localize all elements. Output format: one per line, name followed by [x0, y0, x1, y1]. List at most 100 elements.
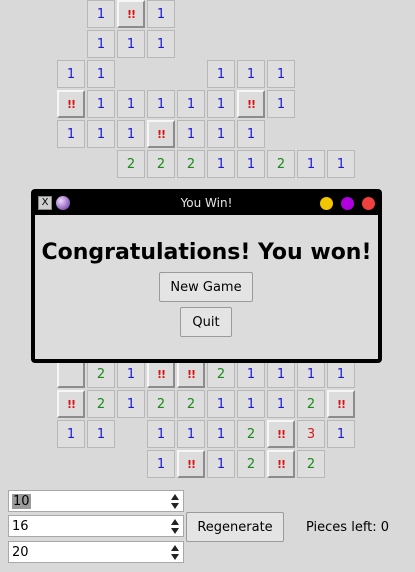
- spin-up-icon[interactable]: [171, 494, 179, 500]
- number-cell[interactable]: 1: [207, 90, 235, 118]
- number-cell[interactable]: 2: [237, 450, 265, 478]
- flag-icon: !!: [66, 97, 76, 111]
- number-cell[interactable]: 1: [327, 360, 355, 388]
- flag-cell[interactable]: !!: [267, 450, 295, 478]
- win-dialog: X You Win! Congratulations! You won! New…: [31, 189, 382, 363]
- number-cell[interactable]: 1: [117, 360, 145, 388]
- number-cell[interactable]: 1: [87, 420, 115, 448]
- number-cell[interactable]: 1: [207, 150, 235, 178]
- number-cell[interactable]: 1: [147, 420, 175, 448]
- minimize-button[interactable]: [320, 197, 333, 210]
- number-cell[interactable]: 1: [327, 150, 355, 178]
- number-cell[interactable]: 2: [177, 390, 205, 418]
- number-cell[interactable]: 1: [87, 90, 115, 118]
- number-cell[interactable]: 1: [177, 420, 205, 448]
- number-cell[interactable]: 2: [147, 150, 175, 178]
- number-cell[interactable]: 1: [147, 0, 175, 28]
- flag-cell[interactable]: !!: [117, 0, 145, 28]
- flag-cell[interactable]: !!: [177, 450, 205, 478]
- number-cell[interactable]: 1: [207, 60, 235, 88]
- dialog-titlebar: X You Win!: [34, 192, 379, 214]
- number-cell[interactable]: 1: [147, 30, 175, 58]
- flag-cell[interactable]: !!: [147, 360, 175, 388]
- number-cell[interactable]: 1: [177, 120, 205, 148]
- spin-down-icon[interactable]: [171, 554, 179, 560]
- spinbox-1-value[interactable]: 10: [12, 494, 31, 509]
- close-button[interactable]: [362, 197, 375, 210]
- spinbox-2-value[interactable]: 16: [12, 519, 29, 534]
- number-cell[interactable]: 2: [177, 150, 205, 178]
- number-cell[interactable]: 1: [87, 0, 115, 28]
- number-cell[interactable]: 1: [57, 120, 85, 148]
- number-cell[interactable]: 1: [267, 90, 295, 118]
- spinbox-2-arrows[interactable]: [171, 517, 181, 535]
- flag-icon: !!: [186, 457, 196, 471]
- flag-cell[interactable]: !!: [177, 360, 205, 388]
- flag-cell[interactable]: !!: [267, 420, 295, 448]
- flag-cell[interactable]: !!: [147, 120, 175, 148]
- number-cell[interactable]: 2: [87, 390, 115, 418]
- number-cell[interactable]: 1: [87, 30, 115, 58]
- spinbox-1[interactable]: 10: [8, 490, 184, 512]
- number-cell[interactable]: 1: [117, 90, 145, 118]
- number-cell[interactable]: 1: [147, 450, 175, 478]
- spin-up-icon[interactable]: [171, 545, 179, 551]
- number-cell[interactable]: 1: [297, 360, 325, 388]
- spin-up-icon[interactable]: [171, 519, 179, 525]
- number-cell[interactable]: 1: [117, 120, 145, 148]
- number-cell[interactable]: 2: [87, 360, 115, 388]
- number-cell[interactable]: 1: [207, 420, 235, 448]
- flag-icon: !!: [276, 427, 286, 441]
- number-cell[interactable]: 1: [117, 30, 145, 58]
- hidden-cell[interactable]: [57, 360, 85, 388]
- number-cell[interactable]: 3: [297, 420, 325, 448]
- number-cell[interactable]: 2: [267, 150, 295, 178]
- spin-down-icon[interactable]: [171, 503, 179, 509]
- win-message: Congratulations! You won!: [41, 240, 372, 265]
- number-cell[interactable]: 1: [327, 420, 355, 448]
- number-cell[interactable]: 1: [237, 390, 265, 418]
- number-cell[interactable]: 1: [267, 360, 295, 388]
- number-cell[interactable]: 2: [117, 150, 145, 178]
- flag-cell[interactable]: !!: [57, 90, 85, 118]
- number-cell[interactable]: 1: [207, 120, 235, 148]
- number-cell[interactable]: 2: [297, 450, 325, 478]
- flag-icon: !!: [66, 397, 76, 411]
- number-cell[interactable]: 1: [237, 150, 265, 178]
- number-cell[interactable]: 1: [87, 60, 115, 88]
- number-cell[interactable]: 2: [237, 420, 265, 448]
- quit-button[interactable]: Quit: [180, 307, 232, 337]
- number-cell[interactable]: 1: [207, 390, 235, 418]
- number-cell[interactable]: 1: [267, 390, 295, 418]
- number-cell[interactable]: 1: [177, 90, 205, 118]
- number-cell[interactable]: 2: [297, 390, 325, 418]
- spinbox-3-value[interactable]: 20: [12, 545, 29, 560]
- flag-cell[interactable]: !!: [57, 390, 85, 418]
- maximize-button[interactable]: [341, 197, 354, 210]
- spinbox-2[interactable]: 16: [8, 515, 184, 537]
- number-cell[interactable]: 1: [87, 120, 115, 148]
- spinbox-3[interactable]: 20: [8, 541, 184, 563]
- number-cell[interactable]: 1: [297, 150, 325, 178]
- spin-down-icon[interactable]: [171, 528, 179, 534]
- regenerate-button[interactable]: Regenerate: [186, 512, 284, 542]
- number-cell[interactable]: 1: [237, 360, 265, 388]
- number-cell[interactable]: 1: [147, 90, 175, 118]
- flag-cell[interactable]: !!: [237, 90, 265, 118]
- flag-icon: !!: [156, 127, 166, 141]
- number-cell[interactable]: 1: [57, 420, 85, 448]
- number-cell[interactable]: 1: [57, 60, 85, 88]
- number-cell[interactable]: 1: [237, 120, 265, 148]
- spinbox-1-arrows[interactable]: [171, 492, 181, 510]
- number-cell[interactable]: 2: [147, 390, 175, 418]
- new-game-button[interactable]: New Game: [159, 272, 253, 302]
- dialog-content: Congratulations! You won! New Game Quit: [35, 215, 378, 359]
- number-cell[interactable]: 1: [237, 60, 265, 88]
- number-cell[interactable]: 1: [267, 60, 295, 88]
- spinbox-3-arrows[interactable]: [171, 543, 181, 561]
- flag-cell[interactable]: !!: [327, 390, 355, 418]
- number-cell[interactable]: 1: [117, 390, 145, 418]
- number-cell[interactable]: 1: [207, 450, 235, 478]
- number-cell[interactable]: 2: [207, 360, 235, 388]
- flag-icon: !!: [186, 367, 196, 381]
